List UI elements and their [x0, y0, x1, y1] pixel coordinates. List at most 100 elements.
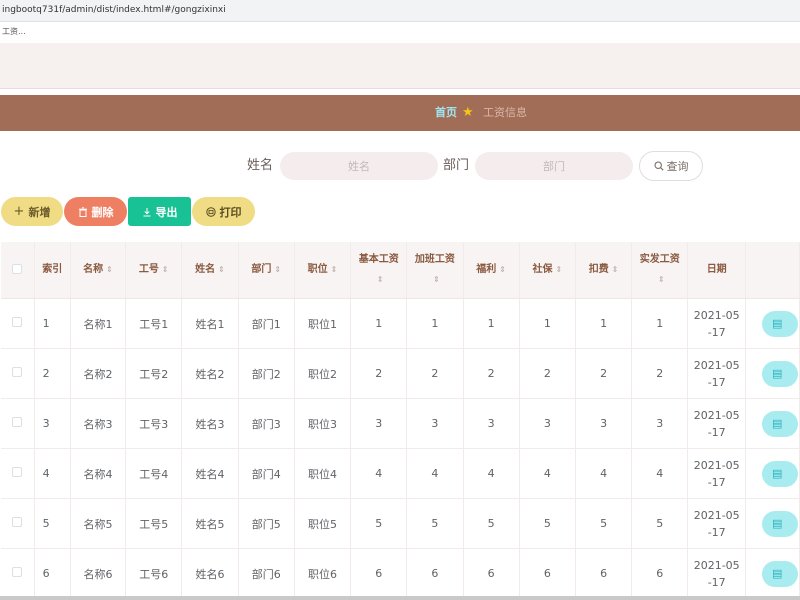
cell-value: 1 [42, 317, 50, 330]
table-row[interactable]: 2 名称2 工号2 姓名2 部门2 职位2 2 2 2 2 2 2 2021-05-17 ▤ [1, 348, 800, 399]
table-row[interactable]: 4 名称4 工号4 姓名4 部门4 职位4 4 4 4 4 4 4 2021-05-17 ▤ [1, 448, 800, 499]
column-label: 索引 [42, 264, 63, 275]
row-details-button[interactable]: ▤ [761, 510, 798, 537]
table-cell: 职位3 [294, 398, 352, 449]
cell-value: 6 [600, 567, 608, 580]
table-cell: 职位5 [294, 498, 352, 549]
table-cell: 姓名6 [181, 548, 239, 599]
cell-value: 1 [600, 317, 608, 330]
trash-icon [78, 206, 87, 217]
table-cell: 工号2 [125, 348, 183, 399]
cell-value: 6 [487, 567, 495, 580]
table-cell: 名称2 [70, 348, 127, 399]
dept-label: 部门 [443, 158, 470, 173]
table-cell: 姓名3 [181, 398, 239, 449]
sort-caret-icon[interactable]: ⇕ [162, 265, 169, 274]
sort-caret-icon[interactable]: ⇕ [499, 265, 506, 274]
sort-caret-icon[interactable]: ⇕ [331, 265, 338, 274]
table-row[interactable]: 1 名称1 工号1 姓名1 部门1 职位1 1 1 1 1 1 1 2021-05-17 ▤ [1, 298, 800, 349]
cell-value: 工号6 [139, 567, 169, 581]
cell-value: 5 [656, 517, 664, 530]
sort-caret-icon[interactable]: ⇕ [377, 275, 384, 284]
table-cell: 名称3 [70, 398, 127, 449]
cell-value: 名称5 [83, 517, 113, 531]
row-checkbox[interactable] [12, 517, 23, 527]
table-cell: 2 [34, 348, 71, 399]
table-cell: 部门4 [238, 448, 295, 499]
column-header-2: 名称 ⇕ [70, 242, 127, 299]
sort-caret-icon[interactable]: ⇕ [218, 265, 225, 274]
cell-value: 6 [431, 567, 439, 580]
table-cell: 2 [406, 348, 464, 399]
row-checkbox[interactable] [12, 417, 23, 427]
row-checkbox[interactable] [12, 367, 23, 377]
table-cell: 6 [350, 548, 408, 599]
row-checkbox[interactable] [12, 317, 23, 327]
table-row[interactable]: 6 名称6 工号6 姓名6 部门6 职位6 6 6 6 6 6 6 2021-05-17 ▤ [1, 548, 800, 599]
row-checkbox[interactable] [12, 567, 23, 577]
cell-value: 6 [375, 567, 383, 580]
table-cell: 工号3 [125, 398, 183, 449]
page-tab[interactable]: 工资... [0, 22, 800, 43]
date-value: 2021-05-17 [693, 358, 740, 389]
cell-value: 4 [487, 467, 495, 480]
sort-caret-icon[interactable]: ⇕ [274, 265, 281, 274]
row-details-button[interactable]: ▤ [761, 410, 798, 437]
horizontal-scrollbar[interactable] [0, 596, 800, 600]
row-checkbox-cell [1, 348, 35, 399]
sort-caret-icon[interactable]: ⇕ [433, 275, 440, 284]
export-button[interactable]: 导出 [128, 197, 191, 226]
address-bar[interactable]: ingbootq731f/admin/dist/index.html#/gong… [0, 0, 800, 22]
breadcrumb-home[interactable]: 首页 [435, 95, 457, 131]
row-details-button[interactable]: ▤ [761, 360, 798, 387]
print-button[interactable]: 打印 [192, 197, 255, 226]
breadcrumb-bar: 首页 ★ 工资信息 [0, 95, 800, 131]
cell-value: 4 [431, 467, 439, 480]
cell-value: 4 [656, 467, 664, 480]
table-cell: 工号6 [125, 548, 183, 599]
table-cell: 职位4 [294, 448, 352, 499]
query-button[interactable]: 查询 [639, 151, 703, 181]
delete-button[interactable]: 删除 [64, 197, 127, 226]
row-checkbox-cell [1, 448, 35, 499]
cell-value: 3 [487, 417, 495, 430]
table-cell: 4 [350, 448, 408, 499]
row-actions-cell: ▤ [745, 448, 800, 499]
row-details-button[interactable]: ▤ [761, 310, 798, 337]
table-cell: 名称5 [70, 498, 127, 549]
dept-search-input[interactable] [475, 152, 633, 180]
cell-value: 5 [431, 517, 439, 530]
sort-caret-icon[interactable]: ⇕ [658, 275, 665, 284]
sort-caret-icon[interactable]: ⇕ [556, 265, 563, 274]
row-actions-cell: ▤ [745, 498, 800, 549]
cell-value: 部门3 [251, 417, 281, 431]
sort-caret-icon[interactable]: ⇕ [106, 265, 113, 274]
sort-caret-icon[interactable]: ⇕ [612, 265, 619, 274]
column-header-0 [1, 242, 35, 299]
date-value: 2021-05-17 [693, 408, 740, 439]
cell-value: 4 [600, 467, 608, 480]
table-cell: 1 [631, 298, 689, 349]
table-cell: 1 [463, 298, 520, 349]
cell-value: 6 [42, 567, 50, 580]
table-cell: 1 [575, 298, 633, 349]
table-cell: 6 [519, 548, 576, 599]
row-details-button[interactable]: ▤ [761, 560, 798, 587]
cell-value: 工号5 [139, 517, 169, 531]
column-header-14 [745, 242, 800, 299]
table-row[interactable]: 3 名称3 工号3 姓名3 部门3 职位3 3 3 3 3 3 3 2021-05-17 ▤ [1, 398, 800, 449]
select-all-checkbox[interactable] [12, 263, 23, 274]
cell-value: 4 [375, 467, 383, 480]
table-cell: 工号1 [125, 298, 183, 349]
row-checkbox[interactable] [12, 467, 23, 477]
details-icon: ▤ [771, 316, 783, 330]
name-search-input[interactable] [280, 152, 438, 180]
table-row[interactable]: 5 名称5 工号5 姓名5 部门5 职位5 5 5 5 5 5 5 2021-05-17 ▤ [1, 498, 800, 549]
export-label: 导出 [155, 205, 178, 219]
details-icon: ▤ [771, 516, 783, 530]
row-checkbox-cell [1, 498, 35, 549]
row-details-button[interactable]: ▤ [761, 460, 798, 487]
table-cell: 3 [34, 398, 71, 449]
cell-value: 职位4 [307, 467, 337, 481]
add-button[interactable]: + 新增 [1, 197, 63, 226]
